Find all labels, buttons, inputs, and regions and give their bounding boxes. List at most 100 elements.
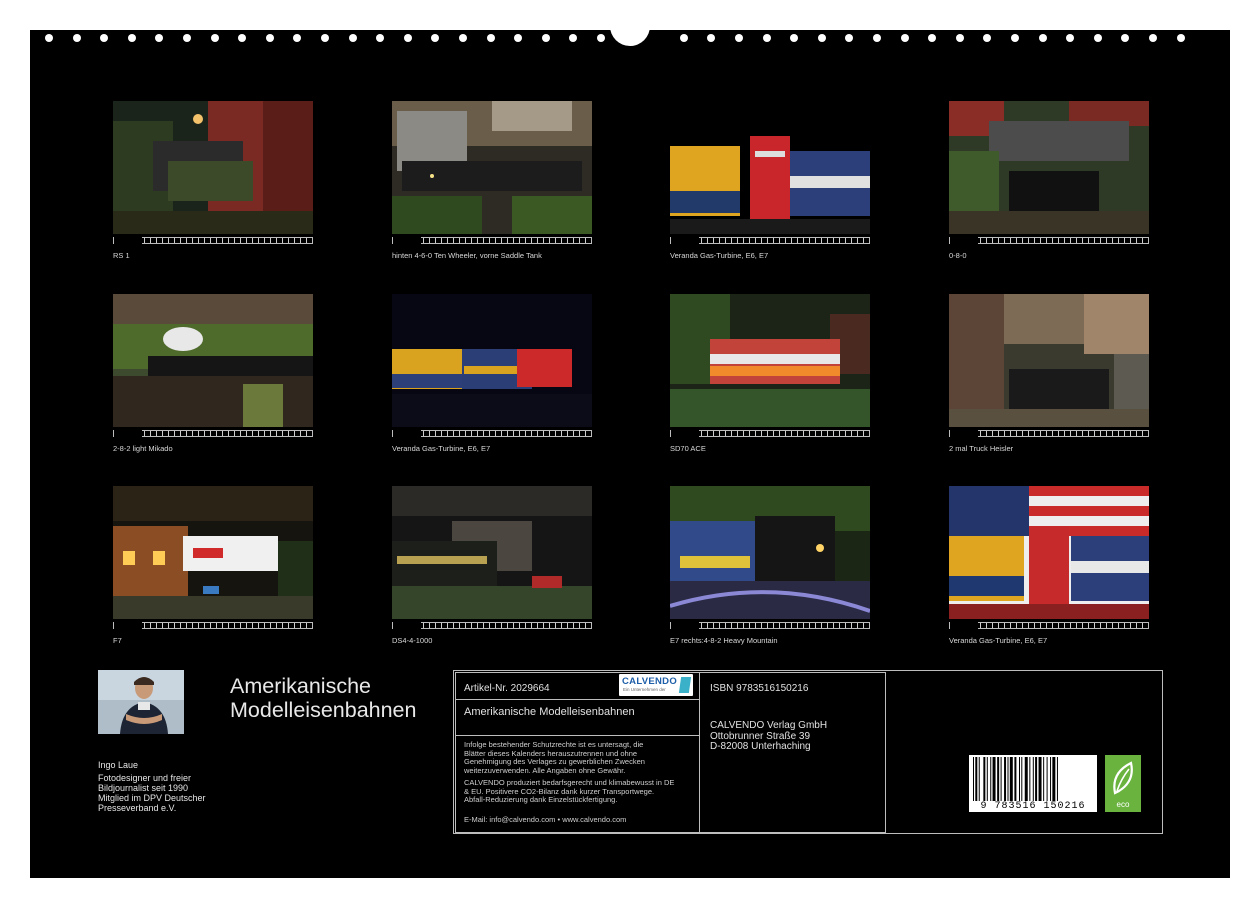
calendar-title: Amerikanische Modelleisenbahnen <box>230 674 416 722</box>
binding-hole <box>72 34 81 42</box>
thumbnail-photo <box>670 486 870 619</box>
mini-calendar-strip <box>113 430 313 437</box>
author-portrait <box>98 670 184 734</box>
publisher-address: CALVENDO Verlag GmbH Ottobrunner Straße … <box>710 720 828 753</box>
production-line: Abfall-Reduzierung dank Einzelstückferti… <box>464 795 618 804</box>
thumbnail-caption: Veranda Gas-Turbine, E6, E7 <box>670 251 769 260</box>
mini-calendar-strip <box>949 430 1149 437</box>
thumbnail-caption: 2 mal Truck Heisler <box>949 444 1014 453</box>
binding-hole <box>707 34 716 42</box>
thumbnail-photo <box>113 294 313 427</box>
mini-calendar-strip <box>670 430 870 437</box>
author-bio-line: Fotodesigner und freier <box>98 773 192 783</box>
isbn-barcode: 9 783516 150216 <box>969 755 1097 812</box>
publisher-line: CALVENDO Verlag GmbH <box>710 720 828 731</box>
mini-calendar-strip <box>670 622 870 629</box>
binding-hole <box>541 34 550 42</box>
thumbnail-caption: hinten 4-6-0 Ten Wheeler, vorne Saddle T… <box>392 251 542 260</box>
binding-hole <box>403 34 412 42</box>
binding-hole <box>100 34 109 42</box>
binding-hole <box>183 34 191 42</box>
thumbnail-caption: 0-8-0 <box>949 251 967 260</box>
binding-hole <box>569 34 578 42</box>
thumbnail-photo <box>392 294 592 427</box>
thumbnail-photo <box>949 294 1149 427</box>
binding-hole <box>376 34 385 42</box>
binding-hole <box>459 34 467 42</box>
binding-hole <box>928 34 937 42</box>
barcode-digits: 9 783516 150216 <box>980 801 1086 812</box>
thumbnail-photo <box>670 101 870 234</box>
mini-calendar-strip <box>949 237 1149 244</box>
article-number: Artikel-Nr. 2029664 <box>464 683 550 694</box>
binding-hole <box>845 34 854 42</box>
eco-label: eco <box>1116 800 1130 809</box>
thumbnail-photo <box>670 294 870 427</box>
thumbnail-caption: DS4-4-1000 <box>392 636 433 645</box>
binding-hole <box>348 34 357 42</box>
binding-hole <box>790 34 799 42</box>
author-block: Ingo Laue Fotodesigner und freier Bildjo… <box>98 760 258 813</box>
binding-hole <box>431 34 440 42</box>
thumbnail-photo <box>113 486 313 619</box>
thumbnail-caption: RS 1 <box>113 251 130 260</box>
production-text: CALVENDO produziert bedarfsgerecht und k… <box>464 778 674 805</box>
leaf-icon <box>1113 761 1133 795</box>
author-bio-line: Mitglied im DPV Deutscher <box>98 793 206 803</box>
author-name: Ingo Laue <box>98 760 139 770</box>
publisher-cell <box>699 672 886 833</box>
mini-calendar-strip <box>392 430 592 437</box>
title-line: Amerikanische <box>230 674 371 698</box>
binding-hole <box>45 34 53 42</box>
binding-hole <box>955 34 964 42</box>
logo-wordmark: CALVENDO <box>622 676 678 687</box>
thumbnail-photo <box>392 101 592 234</box>
binding-hole <box>983 34 992 42</box>
binding-hole <box>514 34 523 42</box>
binding-hole <box>1066 34 1075 42</box>
logo-subline: Ein Unternehmen der <box>623 687 666 692</box>
thumbnail-caption: 2-8-2 light Mikado <box>113 444 173 453</box>
binding-hole <box>1038 34 1047 42</box>
author-bio-line: Bildjournalist seit 1990 <box>98 783 189 793</box>
mini-calendar-strip <box>113 237 313 244</box>
binding-hole <box>1149 34 1157 42</box>
calvendo-logo: CALVENDO Ein Unternehmen der <box>619 674 693 696</box>
binding-hole <box>1093 34 1102 42</box>
binding-hole <box>1011 34 1019 42</box>
mini-calendar-strip <box>392 622 592 629</box>
legal-text: Infolge bestehender Schutzrechte ist es … <box>464 740 645 775</box>
binding-hole <box>293 34 302 42</box>
publisher-line: D-82008 Unterhaching <box>710 741 811 752</box>
mini-calendar-strip <box>949 622 1149 629</box>
binding-hole <box>127 34 136 42</box>
binding-hole <box>155 34 164 42</box>
author-bio-line: Presseverband e.V. <box>98 803 177 813</box>
info-title: Amerikanische Modelleisenbahnen <box>464 706 635 718</box>
thumbnail-photo <box>949 101 1149 234</box>
binding-hole <box>597 34 605 42</box>
mini-calendar-strip <box>670 237 870 244</box>
binding-hole <box>265 34 274 42</box>
binding-hole <box>762 34 771 42</box>
contact-line: E-Mail: info@calvendo.com • www.calvendo… <box>464 815 627 824</box>
thumbnail-photo <box>113 101 313 234</box>
legal-line: weiterzuverwenden. Alle Angaben ohne Gew… <box>464 765 626 775</box>
binding-hole <box>321 34 329 42</box>
binding-hole <box>1176 34 1185 42</box>
binding-hole <box>210 34 219 42</box>
binding-hole <box>238 34 247 42</box>
isbn: ISBN 9783516150216 <box>710 683 809 694</box>
binding-hole <box>679 34 688 42</box>
thumbnail-photo <box>949 486 1149 619</box>
binding-hole <box>817 34 826 42</box>
binding-hole <box>486 34 495 42</box>
logo-mark-icon <box>678 677 692 693</box>
thumbnail-caption: Veranda Gas-Turbine, E6, E7 <box>392 444 491 453</box>
eco-badge: eco <box>1105 755 1141 812</box>
mini-calendar-strip <box>392 237 592 244</box>
thumbnail-caption: Veranda Gas-Turbine, E6, E7 <box>949 636 1048 645</box>
thumbnail-caption: E7 rechts:4-8-2 Heavy Mountain <box>670 636 778 645</box>
thumbnail-caption: F7 <box>113 636 122 645</box>
thumbnail-caption: SD70 ACE <box>670 444 706 453</box>
